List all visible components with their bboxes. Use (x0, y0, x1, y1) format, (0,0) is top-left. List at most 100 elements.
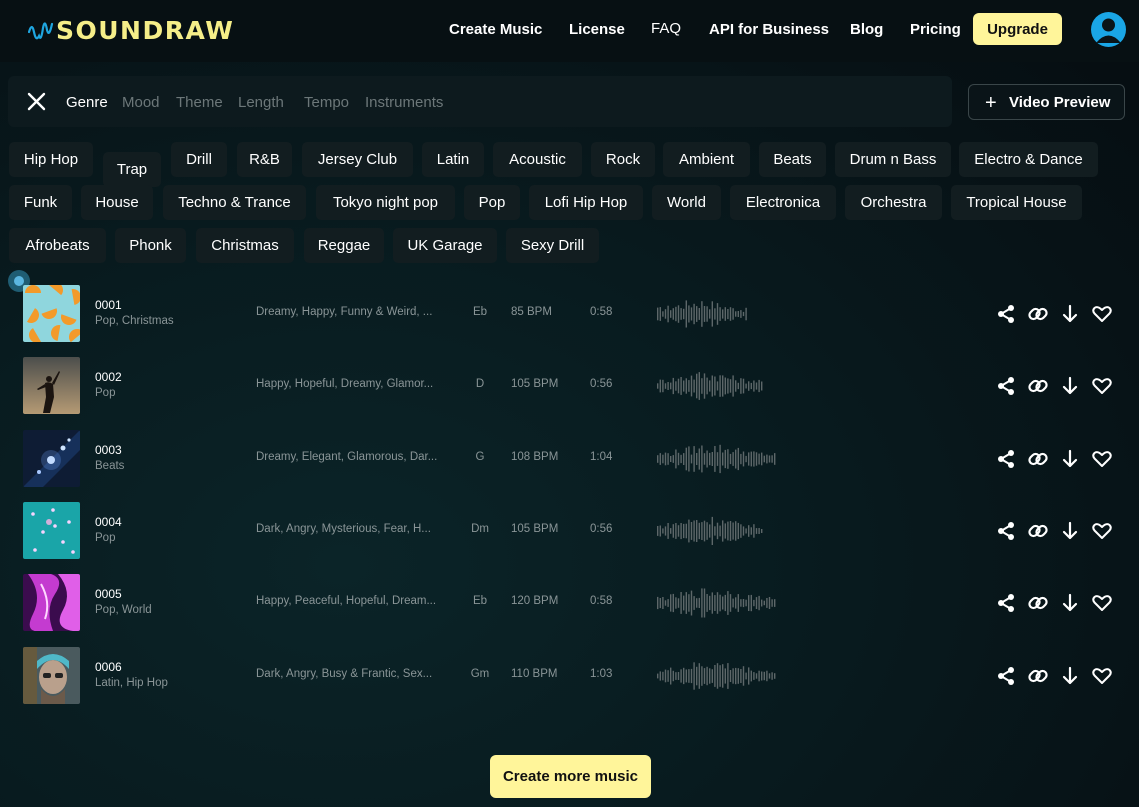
track-key: Gm (470, 668, 490, 680)
track-artwork[interactable] (23, 430, 80, 487)
download-icon[interactable] (1059, 375, 1081, 397)
track-row[interactable]: 0006 Latin, Hip Hop Dark, Angry, Busy & Fr… (0, 647, 1139, 709)
genre-chip[interactable]: Phonk (115, 228, 186, 263)
track-artwork[interactable] (23, 285, 80, 342)
track-artwork[interactable] (23, 357, 80, 414)
nav-create-music[interactable]: Create Music (449, 21, 542, 38)
track-row[interactable]: 0002 Pop Happy, Hopeful, Dreamy, Glamor...… (0, 357, 1139, 419)
genre-chip[interactable]: Electronica (730, 185, 836, 220)
link-icon[interactable] (1027, 375, 1049, 397)
create-more-music-button[interactable]: Create more music (490, 755, 651, 798)
nav-pricing[interactable]: Pricing (910, 21, 961, 38)
waveform-bars (657, 444, 776, 474)
genre-chip[interactable]: Tropical House (951, 185, 1082, 220)
genre-chip[interactable]: Latin (422, 142, 484, 177)
genre-chip[interactable]: Reggae (304, 228, 384, 263)
genre-chip[interactable]: Drill (171, 142, 227, 177)
nav-faq[interactable]: FAQ (651, 20, 681, 37)
genre-chip[interactable]: Hip Hop (9, 142, 93, 177)
share-icon[interactable] (995, 665, 1017, 687)
track-actions (995, 375, 1115, 397)
tab-length[interactable]: Length (238, 94, 284, 111)
genre-chip[interactable]: UK Garage (393, 228, 497, 263)
genre-chip[interactable]: Electro & Dance (959, 142, 1098, 177)
tab-instruments[interactable]: Instruments (365, 94, 443, 111)
heart-icon[interactable] (1091, 665, 1113, 687)
track-key: G (475, 451, 485, 463)
genre-chip[interactable]: Drum n Bass (835, 142, 951, 177)
nav-license[interactable]: License (569, 21, 625, 38)
track-bpm: 105 BPM (511, 523, 559, 535)
user-avatar-icon[interactable] (1091, 12, 1126, 47)
download-icon[interactable] (1059, 520, 1081, 542)
track-artwork[interactable] (23, 502, 80, 559)
genre-chip[interactable]: Pop (464, 185, 520, 220)
genre-chip[interactable]: Rock (591, 142, 655, 177)
close-icon[interactable] (27, 92, 46, 111)
link-icon[interactable] (1027, 303, 1049, 325)
soundraw-logo[interactable]: SOUNDRAW (28, 14, 234, 46)
tab-genre[interactable]: Genre (66, 94, 108, 111)
heart-icon[interactable] (1091, 520, 1113, 542)
heart-icon[interactable] (1091, 303, 1113, 325)
track-row[interactable]: 0001 Pop, Christmas Dreamy, Happy, Funny &… (0, 285, 1139, 347)
track-waveform[interactable] (657, 297, 749, 331)
genre-chip[interactable]: Christmas (196, 228, 294, 263)
nav-blog[interactable]: Blog (850, 21, 883, 38)
track-waveform[interactable] (657, 586, 779, 620)
track-key: Eb (472, 595, 488, 607)
genre-chip[interactable]: Funk (9, 185, 72, 220)
download-icon[interactable] (1059, 665, 1081, 687)
link-icon[interactable] (1027, 592, 1049, 614)
track-row[interactable]: 0004 Pop Dark, Angry, Mysterious, Fear, H.… (0, 502, 1139, 564)
genre-chip[interactable]: Sexy Drill (506, 228, 599, 263)
video-preview-button[interactable]: + Video Preview (968, 84, 1125, 120)
upgrade-button[interactable]: Upgrade (973, 13, 1062, 45)
share-icon[interactable] (995, 520, 1017, 542)
heart-icon[interactable] (1091, 592, 1113, 614)
tab-tempo[interactable]: Tempo (304, 94, 349, 111)
track-moods: Happy, Hopeful, Dreamy, Glamor... (256, 378, 434, 390)
nav-api-for-business[interactable]: API for Business (709, 21, 829, 38)
genre-chip[interactable]: Tokyo night pop (316, 185, 455, 220)
link-icon[interactable] (1027, 448, 1049, 470)
genre-chip[interactable]: Beats (759, 142, 826, 177)
track-actions (995, 665, 1115, 687)
track-row[interactable]: 0005 Pop, World Happy, Peaceful, Hopeful, … (0, 574, 1139, 636)
genre-chip[interactable]: World (652, 185, 721, 220)
heart-icon[interactable] (1091, 448, 1113, 470)
share-icon[interactable] (995, 592, 1017, 614)
genre-chip[interactable]: Ambient (663, 142, 750, 177)
logo-text: SOUNDRAW (56, 15, 235, 45)
download-icon[interactable] (1059, 592, 1081, 614)
track-waveform[interactable] (657, 369, 764, 403)
track-genres: Pop (95, 387, 116, 399)
share-icon[interactable] (995, 448, 1017, 470)
genre-chip[interactable]: Acoustic (493, 142, 582, 177)
track-artwork[interactable] (23, 647, 80, 704)
genre-chip[interactable]: House (81, 185, 153, 220)
download-icon[interactable] (1059, 448, 1081, 470)
track-moods: Dreamy, Elegant, Glamorous, Dar... (256, 451, 438, 463)
track-row[interactable]: 0003 Beats Dreamy, Elegant, Glamorous, Dar… (0, 430, 1139, 492)
link-icon[interactable] (1027, 520, 1049, 542)
genre-chip[interactable]: Jersey Club (302, 142, 413, 177)
track-waveform[interactable] (657, 442, 779, 476)
download-icon[interactable] (1059, 303, 1081, 325)
genre-chip[interactable]: Lofi Hip Hop (529, 185, 643, 220)
heart-icon[interactable] (1091, 375, 1113, 397)
share-icon[interactable] (995, 375, 1017, 397)
track-artwork[interactable] (23, 574, 80, 631)
tab-mood[interactable]: Mood (122, 94, 160, 111)
tab-theme[interactable]: Theme (176, 94, 223, 111)
share-icon[interactable] (995, 303, 1017, 325)
track-waveform[interactable] (657, 514, 764, 548)
track-waveform[interactable] (657, 659, 779, 693)
genre-chip[interactable]: Afrobeats (9, 228, 106, 263)
genre-chip[interactable]: Techno & Trance (163, 185, 306, 220)
genre-chip[interactable]: Trap (103, 152, 161, 187)
track-number: 0006 (95, 660, 122, 674)
genre-chip[interactable]: R&B (237, 142, 292, 177)
link-icon[interactable] (1027, 665, 1049, 687)
genre-chip[interactable]: Orchestra (845, 185, 942, 220)
